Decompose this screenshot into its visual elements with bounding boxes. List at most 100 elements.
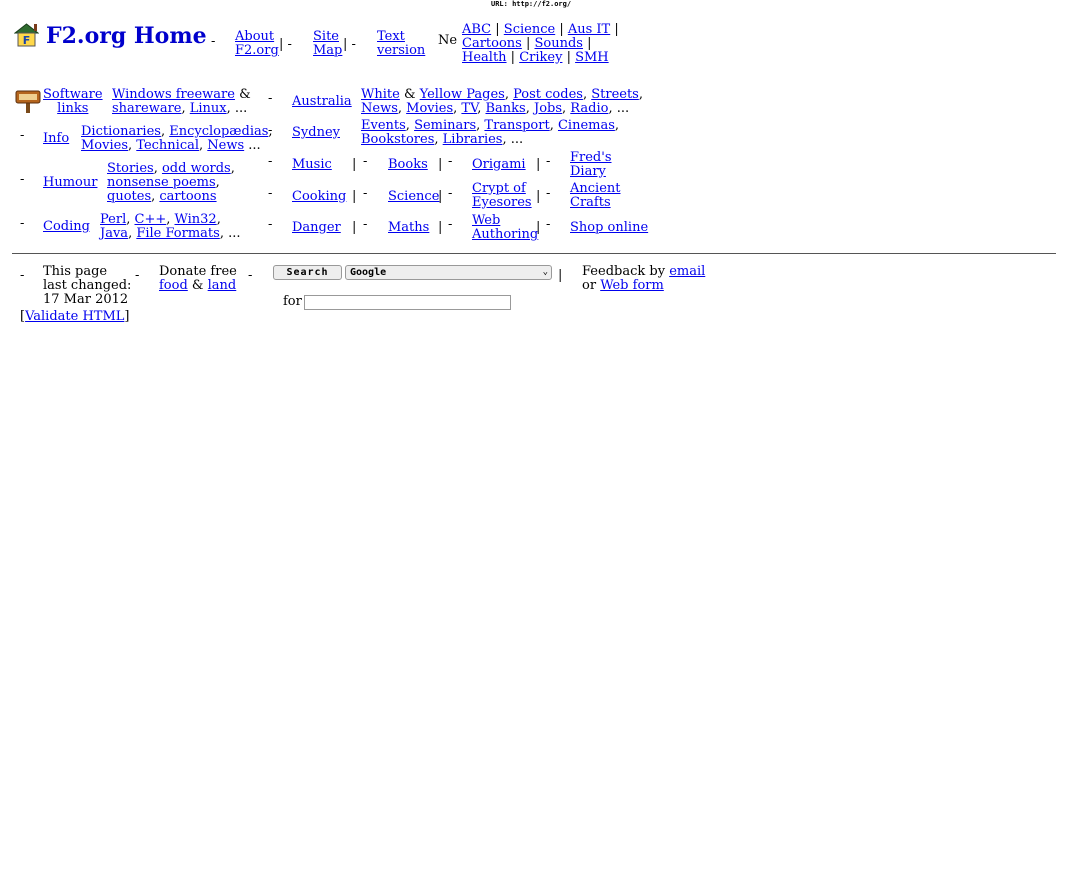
news-smh-link[interactable]: SMH	[575, 50, 609, 65]
separator: |	[438, 189, 443, 204]
info-desc: Dictionaries, Encyclopædias, Movies, Tec…	[81, 124, 273, 153]
page-title: F2.org Home	[46, 23, 207, 49]
java-link[interactable]: Java	[100, 226, 128, 241]
ancient-crafts-link[interactable]: Ancient Crafts	[570, 181, 621, 210]
donate-food-link[interactable]: food	[159, 278, 188, 293]
coding-link[interactable]: Coding	[43, 219, 90, 234]
au-movies-link[interactable]: Movies	[406, 101, 453, 116]
separator: |	[536, 157, 541, 172]
file-formats-link[interactable]: File Formats	[136, 226, 219, 241]
chevron-down-icon: ⌄	[542, 267, 548, 277]
info-link[interactable]: Info	[43, 131, 69, 146]
separator: -	[20, 172, 25, 187]
feedback-web-form-link[interactable]: Web form	[600, 278, 664, 293]
radio-link[interactable]: Radio	[570, 101, 608, 116]
separator: |	[438, 220, 443, 235]
jobs-link[interactable]: Jobs	[534, 101, 562, 116]
url-caption: URL: http://f2.org/	[491, 0, 572, 8]
shareware-link[interactable]: shareware	[112, 101, 182, 116]
separator: -	[363, 154, 368, 169]
transport-link[interactable]: Transport	[484, 118, 549, 133]
crypt-of-eyesores-link[interactable]: Crypt of Eyesores	[472, 181, 532, 210]
news-health-link[interactable]: Health	[462, 50, 507, 65]
banks-link[interactable]: Banks	[485, 101, 525, 116]
events-link[interactable]: Events	[361, 118, 406, 133]
web-authoring-link[interactable]: Web Authoring	[472, 213, 538, 242]
music-link[interactable]: Music	[292, 157, 332, 172]
shop-online-link[interactable]: Shop online	[570, 220, 648, 235]
news-science-link[interactable]: Science	[504, 22, 555, 37]
separator: -	[20, 216, 25, 231]
humour-link[interactable]: Humour	[43, 175, 97, 190]
australia-link[interactable]: Australia	[292, 94, 352, 109]
perl-link[interactable]: Perl	[100, 212, 126, 227]
separator: | -	[343, 37, 356, 52]
bookstores-link[interactable]: Bookstores	[361, 132, 434, 147]
search-button[interactable]: Search	[273, 265, 342, 280]
cinemas-link[interactable]: Cinemas	[558, 118, 615, 133]
news-link[interactable]: News	[207, 138, 244, 153]
cpp-link[interactable]: C++	[135, 212, 167, 227]
danger-link[interactable]: Danger	[292, 220, 341, 235]
separator: | -	[279, 37, 292, 52]
donate-land-link[interactable]: land	[208, 278, 237, 293]
linux-link[interactable]: Linux	[190, 101, 227, 116]
origami-link[interactable]: Origami	[472, 157, 526, 172]
streets-link[interactable]: Streets	[591, 87, 639, 102]
humour-desc: Stories, odd words, nonsense poems, quot…	[107, 161, 235, 204]
news-abc-link[interactable]: ABC	[462, 22, 491, 37]
separator: |	[352, 189, 357, 204]
technical-link[interactable]: Technical	[136, 138, 199, 153]
quotes-link[interactable]: quotes	[107, 189, 151, 204]
search-for-label: for	[283, 294, 302, 309]
movies-link[interactable]: Movies	[81, 138, 128, 153]
separator: -	[363, 186, 368, 201]
search-input[interactable]	[304, 295, 511, 310]
seminars-link[interactable]: Seminars	[414, 118, 476, 133]
freds-diary-link[interactable]: Fred's Diary	[570, 150, 612, 179]
separator: |	[352, 220, 357, 235]
post-codes-link[interactable]: Post codes	[513, 87, 583, 102]
white-pages-link[interactable]: White	[361, 87, 400, 102]
feedback-email-link[interactable]: email	[669, 264, 705, 279]
news-ausit-link[interactable]: Aus IT	[568, 22, 610, 37]
cooking-link[interactable]: Cooking	[292, 189, 346, 204]
books-link[interactable]: Books	[388, 157, 428, 172]
yellow-pages-link[interactable]: Yellow Pages	[420, 87, 505, 102]
maths-link[interactable]: Maths	[388, 220, 429, 235]
win32-link[interactable]: Win32	[175, 212, 217, 227]
separator: -	[211, 34, 216, 49]
stories-link[interactable]: Stories	[107, 161, 154, 176]
search-engine-value: Google	[350, 267, 387, 278]
dictionaries-link[interactable]: Dictionaries	[81, 124, 161, 139]
separator: -	[20, 128, 25, 143]
encyclopaedias-link[interactable]: Encyclopædias	[169, 124, 268, 139]
text-version-link[interactable]: Text version	[377, 29, 425, 58]
tv-link[interactable]: TV	[461, 101, 477, 116]
odd-words-link[interactable]: odd words	[162, 161, 231, 176]
separator: -	[248, 268, 253, 283]
news-crikey-link[interactable]: Crikey	[519, 50, 562, 65]
software-links-link[interactable]: Software links	[43, 87, 103, 116]
separator: -	[20, 268, 25, 283]
search-engine-select[interactable]: Google ⌄	[345, 265, 552, 280]
nonsense-poems-link[interactable]: nonsense poems	[107, 175, 216, 190]
separator: -	[448, 186, 453, 201]
news-cartoons-link[interactable]: Cartoons	[462, 36, 522, 51]
separator: -	[268, 154, 273, 169]
about-link[interactable]: About F2.org	[235, 29, 279, 58]
news-sounds-link[interactable]: Sounds	[535, 36, 583, 51]
cartoons-link[interactable]: cartoons	[159, 189, 216, 204]
separator: -	[268, 217, 273, 232]
last-changed: This page last changed: 17 Mar 2012	[43, 264, 132, 307]
software-sign-icon	[15, 88, 41, 118]
svg-text:F: F	[23, 34, 31, 47]
libraries-link[interactable]: Libraries	[443, 132, 503, 147]
separator: |	[536, 220, 541, 235]
au-news-link[interactable]: News	[361, 101, 398, 116]
sitemap-link[interactable]: Site Map	[313, 29, 342, 58]
validate-html-link[interactable]: Validate HTML	[25, 309, 124, 324]
windows-freeware-link[interactable]: Windows freeware	[112, 87, 235, 102]
science-link[interactable]: Science	[388, 189, 439, 204]
sydney-link[interactable]: Sydney	[292, 125, 340, 140]
